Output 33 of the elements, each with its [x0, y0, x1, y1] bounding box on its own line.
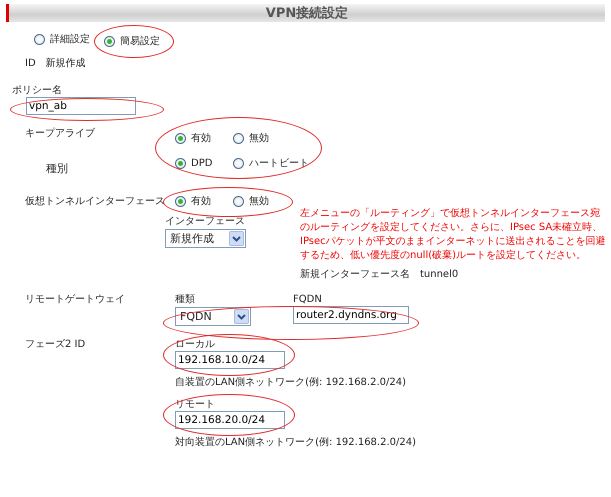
input-field[interactable]: vpn_ab [26, 97, 136, 115]
field-label: インターフェース [165, 215, 246, 228]
input-field[interactable]: 192.168.20.0/24 [175, 411, 285, 429]
field-label: キープアライブ [25, 127, 96, 140]
field-label: ローカル [175, 338, 216, 351]
radio-option[interactable]: 有効 [175, 132, 215, 145]
radio-option[interactable]: 無効 [233, 132, 273, 145]
warning-note: 左メニューの「ルーティング」で仮想トンネルインターフェース宛のルーティングを設定してください。さらに、IPsec SA未確立時、IPsecパケットが平文のままインターネットに送出されることを回避するため、低い優先度のnull(破棄)ルートを設定してください。 [300, 207, 606, 263]
input-field[interactable]: 192.168.10.0/24 [175, 351, 285, 369]
id-value: 新規作成 [46, 57, 86, 70]
radio-option[interactable]: 無効 [233, 195, 273, 208]
dropdown[interactable]: 新規作成 [165, 229, 246, 248]
field-label: 種別 [46, 162, 69, 175]
field-label: FQDN [293, 293, 323, 306]
field-label: 仮想トンネルインターフェース [25, 195, 166, 208]
caret-icon [229, 231, 244, 246]
radio-option[interactable]: 有効 [175, 195, 215, 208]
dropdown[interactable]: FQDN [175, 307, 251, 326]
field-label: 種類 [175, 293, 196, 306]
field-label: フェーズ2 ID [25, 338, 86, 352]
hint-text: 自装置のLAN側ネットワーク(例: 192.168.2.0/24) [175, 376, 408, 389]
radio-option[interactable]: DPD [175, 157, 215, 170]
caret-icon [234, 309, 249, 324]
field-label: ポリシー名 [12, 84, 63, 97]
field-label: ID [25, 57, 36, 70]
radio-option[interactable]: 簡易設定 [104, 34, 160, 48]
input-field[interactable]: router2.dyndns.org [293, 306, 409, 324]
section-title: VPN接続設定 [266, 6, 348, 20]
field-label: 新規インターフェース名 [300, 268, 410, 281]
radio-option[interactable]: 詳細設定 [34, 33, 90, 46]
field-label: リモートゲートウェイ [25, 293, 126, 307]
hint-text: 対向装置のLAN側ネットワーク(例: 192.168.2.0/24) [175, 436, 418, 449]
interface-name-value: tunnel0 [420, 268, 458, 281]
